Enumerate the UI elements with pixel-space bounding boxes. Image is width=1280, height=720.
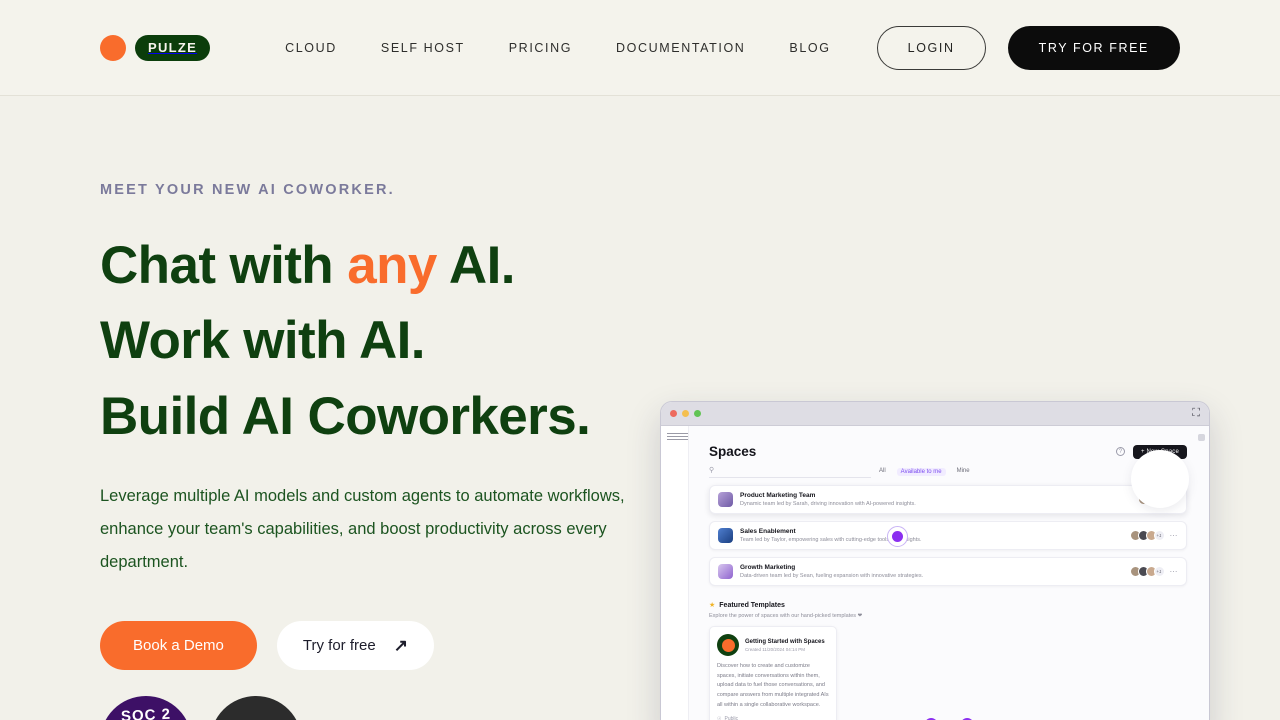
zoom-lens-overlay <box>1131 450 1189 508</box>
minimize-icon[interactable] <box>682 410 689 417</box>
arrow-up-right-icon: ↗ <box>393 635 408 655</box>
spaces-header: Spaces ? + New Space <box>709 444 1187 459</box>
header-actions: LOGIN TRY FOR FREE <box>876 25 1180 70</box>
member-avatars: +1 <box>1129 530 1165 541</box>
hamburger-menu-icon[interactable] <box>667 433 688 440</box>
try-for-free-secondary-button[interactable]: Try for free ↗ <box>276 620 434 670</box>
headline-line-1: Chat with any AI. <box>100 228 660 303</box>
mockup-body: Spaces ? + New Space ⚲ All <box>661 426 1209 720</box>
book-a-demo-button[interactable]: Book a Demo <box>100 620 257 670</box>
compliance-badges: SOC 2 AICPA <box>100 695 660 720</box>
search-box[interactable]: ⚲ <box>709 466 871 478</box>
brand-name: PULZE <box>135 34 211 61</box>
nav-item-pricing[interactable]: PRICING <box>509 41 572 55</box>
maximize-icon[interactable] <box>694 410 701 417</box>
filter-tab-mine[interactable]: Mine <box>957 468 970 476</box>
template-description: Discover how to create and customize spa… <box>717 663 829 708</box>
globe-icon: ☉ <box>717 716 722 720</box>
hero-eyebrow: MEET YOUR NEW AI COWORKER. <box>100 182 395 198</box>
page-title: Spaces <box>709 444 757 459</box>
try-for-free-button[interactable]: TRY FOR FREE <box>1007 25 1180 70</box>
hero-cta-row: Book a Demo Try for free ↗ <box>100 620 660 670</box>
template-created-date: Created 11/20/2024 04:14 PM <box>745 646 805 652</box>
space-overflow-menu-icon[interactable]: ⋯ <box>1170 531 1179 539</box>
try-for-free-label: Try for free <box>302 636 376 654</box>
space-avatar-icon <box>718 528 733 543</box>
expand-icon[interactable]: ⛶ <box>1192 408 1200 419</box>
headline-line-1-a: Chat with <box>100 236 348 295</box>
space-overflow-menu-icon[interactable]: ⋯ <box>1170 567 1179 575</box>
template-logo-icon <box>717 634 739 656</box>
aicpa-badge: AICPA <box>210 695 302 720</box>
space-name: Product Marketing Team <box>740 492 816 499</box>
nav-item-cloud[interactable]: CLOUD <box>285 41 337 55</box>
featured-templates-subtitle: Explore the power of spaces with our han… <box>709 613 863 619</box>
filter-tab-available-to-me[interactable]: Available to me <box>896 468 946 476</box>
template-card-header: Getting Started with Spaces Created 11/2… <box>717 634 829 656</box>
template-name: Getting Started with Spaces <box>745 638 825 645</box>
space-row-actions: +1 ⋯ <box>1129 530 1179 541</box>
featured-templates-header: ★ Featured Templates <box>709 601 1187 610</box>
mockup-main: Spaces ? + New Space ⚲ All <box>689 426 1209 720</box>
mockup-window: ⛶ Spaces ? + New Space <box>660 401 1210 720</box>
template-visibility-label: Public <box>724 716 739 720</box>
spaces-filter-tabs: All Available to me Mine <box>879 468 970 476</box>
mockup-titlebar: ⛶ <box>661 402 1209 426</box>
space-description: Dynamic team led by Sarah, driving innov… <box>740 501 916 507</box>
help-circle-icon[interactable]: ? <box>1115 447 1125 456</box>
space-avatar-icon <box>718 492 733 507</box>
headline-line-2: Work with AI. <box>100 311 426 371</box>
nav-item-documentation[interactable]: DOCUMENTATION <box>616 41 745 55</box>
hero-section: MEET YOUR NEW AI COWORKER. Chat with any… <box>0 96 1280 720</box>
space-description: Data-driven team led by Sean, fueling ex… <box>740 573 924 579</box>
avatar-overflow-count: +1 <box>1153 566 1165 577</box>
headline-accent-any: any <box>347 236 437 295</box>
avatar-overflow-count: +1 <box>1153 530 1165 541</box>
spaces-search-row: ⚲ All Available to me Mine <box>709 466 1187 478</box>
space-list-item[interactable]: Sales Enablement Team led by Taylor, emp… <box>709 521 1187 550</box>
soc2-badge: SOC 2 <box>100 695 192 720</box>
nav-item-blog[interactable]: BLOG <box>789 41 830 55</box>
star-icon: ★ <box>709 602 716 609</box>
search-input[interactable] <box>718 467 871 473</box>
featured-templates-title: Featured Templates <box>719 601 785 609</box>
search-icon: ⚲ <box>709 467 715 474</box>
hero-content: MEET YOUR NEW AI COWORKER. Chat with any… <box>100 96 660 720</box>
template-card[interactable]: Getting Started with Spaces Created 11/2… <box>709 626 837 720</box>
close-icon[interactable] <box>670 410 677 417</box>
nav-item-self-host[interactable]: SELF HOST <box>381 41 465 55</box>
template-visibility: ☉ Public <box>717 716 829 720</box>
mockup-sidebar <box>661 426 689 720</box>
space-name: Growth Marketing <box>740 564 796 571</box>
headline-line-3: Build AI Coworkers. <box>100 386 591 446</box>
cursor-pointer-indicator <box>887 526 908 547</box>
site-header: PULZE CLOUD SELF HOST PRICING DOCUMENTAT… <box>0 0 1280 96</box>
space-avatar-icon <box>718 564 733 579</box>
soc2-badge-label: SOC 2 <box>120 705 172 720</box>
main-navigation: CLOUD SELF HOST PRICING DOCUMENTATION BL… <box>285 41 830 55</box>
space-list-item[interactable]: Growth Marketing Data-driven team led by… <box>709 557 1187 586</box>
headline-line-1-b: AI. <box>436 236 516 295</box>
brand-dot-icon <box>100 34 126 61</box>
brand-logo[interactable]: PULZE <box>100 34 211 61</box>
app-mockup: ⛶ Spaces ? + New Space <box>660 401 1210 720</box>
space-list-item[interactable]: Product Marketing Team Dynamic team led … <box>709 485 1187 514</box>
corner-marker-icon <box>1198 434 1205 441</box>
hero-headline: Chat with any AI. Work with AI. Build AI… <box>100 228 660 454</box>
member-avatars: +1 <box>1129 566 1165 577</box>
space-row-actions: +1 ⋯ <box>1129 566 1179 577</box>
hero-description: Leverage multiple AI models and custom a… <box>100 486 625 571</box>
filter-tab-all[interactable]: All <box>879 468 886 476</box>
login-button[interactable]: LOGIN <box>876 25 986 70</box>
